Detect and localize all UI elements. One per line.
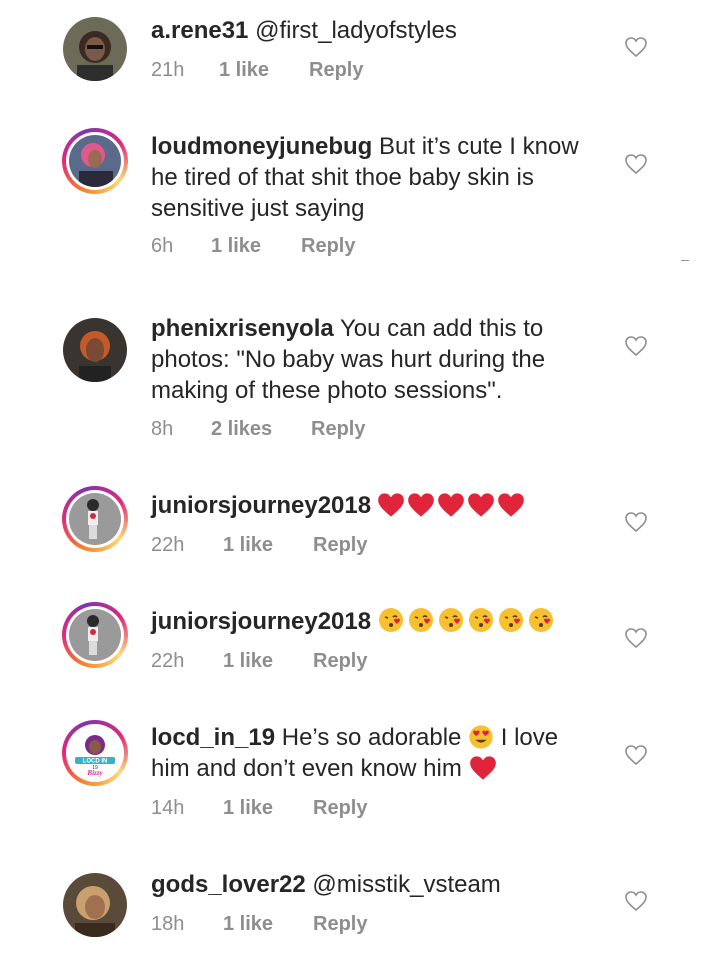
comment-text: loudmoneyjunebug But it’s cute I know he… <box>151 131 591 224</box>
heart-eyes-emoji-icon <box>469 725 493 749</box>
face-blowing-kiss-icon <box>409 608 434 632</box>
comment-text: a.rene31 @first_ladyofstyles <box>151 15 591 46</box>
comment-text: gods_lover22 @misstik_vsteam <box>151 869 591 900</box>
reply-button[interactable]: Reply <box>309 59 363 82</box>
comment-likes[interactable]: 1 like <box>211 235 301 258</box>
face-blowing-kiss-icon <box>499 608 524 632</box>
avatar[interactable] <box>62 128 128 194</box>
red-heart-emoji-group <box>377 492 525 518</box>
comment-body[interactable]: He’s so adorable <box>282 724 462 751</box>
comment-meta: 14h 1 like Reply <box>151 797 367 820</box>
comment-meta: 18h 1 like Reply <box>151 913 367 936</box>
comment-time: 22h <box>151 534 185 556</box>
avatar-photo <box>63 17 127 81</box>
comment-likes[interactable]: 1 like <box>223 797 313 820</box>
comment-username[interactable]: juniorsjourney2018 <box>151 492 371 519</box>
comment-meta: 8h 2 likes Reply <box>151 418 365 441</box>
reply-button[interactable]: Reply <box>313 913 367 936</box>
avatar-photo <box>69 135 121 187</box>
comment-body[interactable]: @first_ladyofstyles <box>255 17 457 44</box>
avatar-photo: LOCD IN 19 Bizzy <box>69 727 121 779</box>
reply-button[interactable]: Reply <box>313 650 367 673</box>
red-heart-icon <box>378 493 404 517</box>
comment-username[interactable]: gods_lover22 <box>151 871 306 898</box>
like-heart-icon[interactable] <box>624 153 648 175</box>
comment-text: phenixrisenyola You can add this to phot… <box>151 313 591 406</box>
avatar[interactable] <box>62 16 128 82</box>
comment-text: juniorsjourney2018 <box>151 490 591 521</box>
comment-time: 18h <box>151 913 185 935</box>
reply-button[interactable]: Reply <box>301 235 355 258</box>
divider <box>681 260 689 261</box>
comment-text: locd_in_19 He’s so adorable I love him a… <box>151 722 591 784</box>
comment-body[interactable]: him and don’t even know him <box>151 755 462 782</box>
comment-time: 8h <box>151 418 174 440</box>
avatar[interactable] <box>62 872 128 938</box>
like-heart-icon[interactable] <box>624 744 648 766</box>
avatar-photo <box>63 873 127 937</box>
comment-time: 22h <box>151 650 185 672</box>
like-heart-icon[interactable] <box>624 335 648 357</box>
face-blowing-kiss-icon <box>469 608 494 632</box>
avatar[interactable]: LOCD IN 19 Bizzy <box>62 720 128 786</box>
comment-meta: 21h 1 like Reply <box>151 59 363 82</box>
comment-meta: 22h 1 like Reply <box>151 534 367 557</box>
avatar-badge-line1: LOCD IN <box>83 759 108 765</box>
comment-time: 14h <box>151 797 185 819</box>
avatar-photo <box>63 318 127 382</box>
comment-text: juniorsjourney2018 <box>151 606 591 637</box>
comment-username[interactable]: locd_in_19 <box>151 724 275 751</box>
avatar[interactable] <box>62 317 128 383</box>
face-blowing-kiss-icon <box>439 608 464 632</box>
like-heart-icon[interactable] <box>624 36 648 58</box>
comment-username[interactable]: loudmoneyjunebug <box>151 133 372 160</box>
comment-body[interactable]: I love <box>501 724 558 751</box>
face-blowing-kiss-icon <box>529 608 554 632</box>
red-heart-icon <box>438 493 464 517</box>
like-heart-icon[interactable] <box>624 627 648 649</box>
red-heart-icon <box>408 493 434 517</box>
red-heart-icon <box>468 493 494 517</box>
red-heart-icon <box>498 493 524 517</box>
reply-button[interactable]: Reply <box>311 418 365 441</box>
face-blowing-kiss-icon <box>379 608 404 632</box>
comment-meta: 22h 1 like Reply <box>151 650 367 673</box>
comment-time: 6h <box>151 235 174 257</box>
comment-likes[interactable]: 1 like <box>223 534 313 557</box>
avatar-badge-line3: Bizzy <box>86 769 103 777</box>
comment-meta: 6h 1 like Reply <box>151 235 355 258</box>
comment-likes[interactable]: 2 likes <box>211 418 311 441</box>
like-heart-icon[interactable] <box>624 511 648 533</box>
reply-button[interactable]: Reply <box>313 534 367 557</box>
comment-username[interactable]: juniorsjourney2018 <box>151 608 371 635</box>
avatar[interactable] <box>62 602 128 668</box>
kiss-emoji-group <box>377 606 555 634</box>
avatar[interactable] <box>62 486 128 552</box>
reply-button[interactable]: Reply <box>313 797 367 820</box>
comment-likes[interactable]: 1 like <box>223 913 313 936</box>
comment-likes[interactable]: 1 like <box>219 59 309 82</box>
comment-likes[interactable]: 1 like <box>223 650 313 673</box>
avatar-photo <box>69 493 121 545</box>
comment-username[interactable]: phenixrisenyola <box>151 315 334 342</box>
comment-username[interactable]: a.rene31 <box>151 17 248 44</box>
like-heart-icon[interactable] <box>624 890 648 912</box>
red-heart-icon <box>469 756 496 780</box>
comment-time: 21h <box>151 59 185 81</box>
avatar-photo <box>69 609 121 661</box>
comment-body[interactable]: @misstik_vsteam <box>312 871 500 898</box>
